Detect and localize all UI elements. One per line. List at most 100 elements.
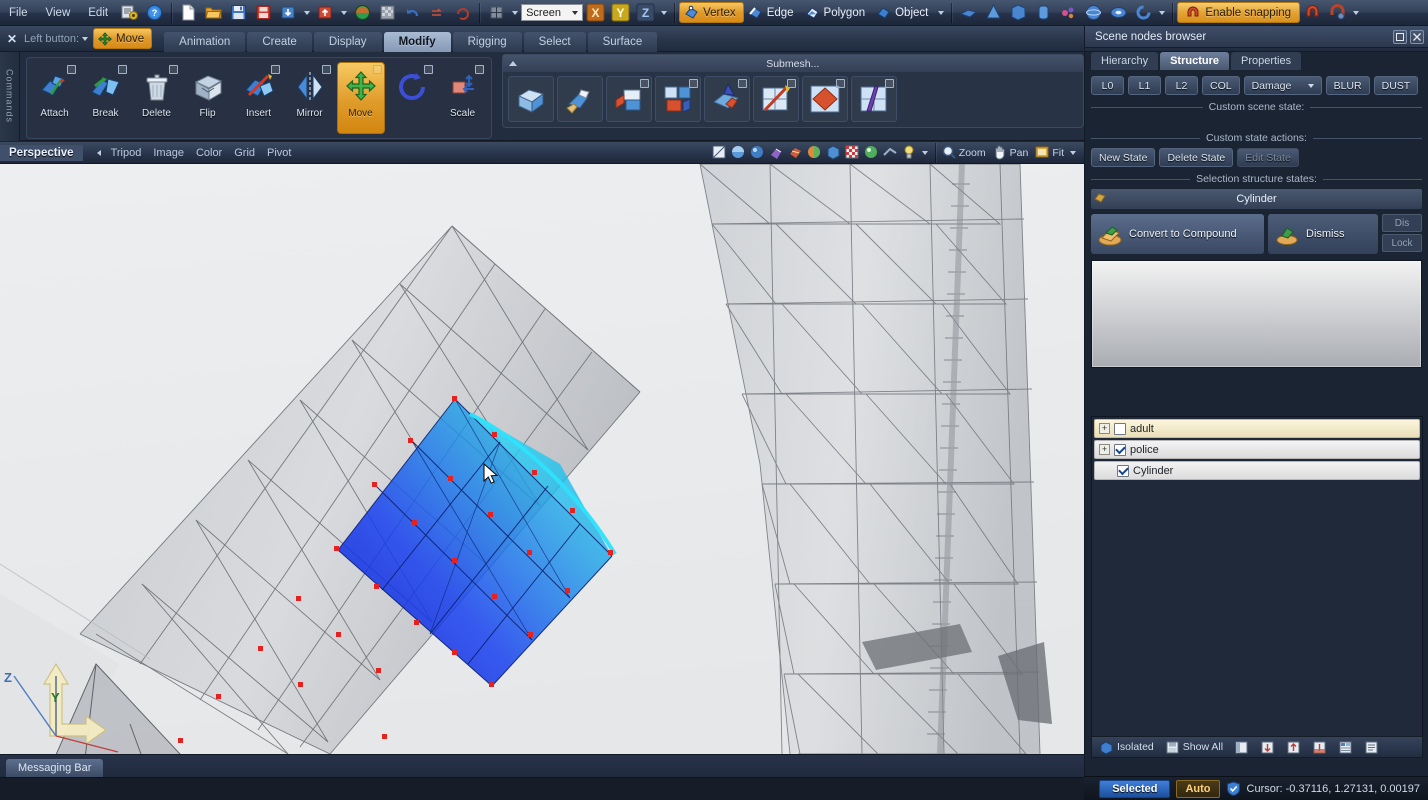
screen-layout-combo[interactable]: Screen xyxy=(521,4,584,21)
snap-dropdown-arrow-icon[interactable] xyxy=(1353,10,1360,15)
import-node-button[interactable] xyxy=(1282,739,1305,756)
fit-icon[interactable] xyxy=(1034,144,1051,161)
layout-icon[interactable] xyxy=(486,2,507,23)
command-insert[interactable]: Insert xyxy=(235,62,283,134)
dis-button[interactable]: Dis xyxy=(1382,214,1422,232)
redo-icon[interactable] xyxy=(427,2,448,23)
material-icon[interactable] xyxy=(806,144,823,161)
tree-item-cylinder[interactable]: Cylinder xyxy=(1094,461,1420,480)
close-icon[interactable] xyxy=(1410,29,1424,44)
axis-y-button[interactable]: Y xyxy=(610,2,631,23)
wireframe-icon[interactable] xyxy=(711,144,728,161)
dismiss-button[interactable]: Dismiss xyxy=(1268,214,1378,254)
damage-combo[interactable]: Damage xyxy=(1243,76,1322,95)
cylinder-icon[interactable] xyxy=(1033,2,1054,23)
move-options-icon[interactable] xyxy=(372,65,382,74)
magnifier-icon[interactable] xyxy=(941,144,958,161)
link-node-button[interactable] xyxy=(1334,739,1357,756)
texture-icon[interactable] xyxy=(377,2,398,23)
sphere-icon[interactable] xyxy=(1083,2,1104,23)
render-icon[interactable] xyxy=(352,2,373,23)
viewport-fit-label[interactable]: Fit xyxy=(1052,147,1064,159)
smooth-icon[interactable] xyxy=(749,144,766,161)
display-dropdown-arrow-icon[interactable] xyxy=(921,150,928,155)
tab-rigging[interactable]: Rigging xyxy=(452,31,522,53)
close-toolbar-button[interactable]: ✕ xyxy=(5,32,19,46)
light-icon[interactable] xyxy=(901,144,918,161)
scale-options-icon[interactable] xyxy=(474,65,484,74)
visibility-checkbox[interactable] xyxy=(1114,443,1126,456)
tab-modify[interactable]: Modify xyxy=(383,31,451,53)
uv-icon[interactable] xyxy=(787,144,804,161)
mode-dropdown-arrow-icon[interactable] xyxy=(938,10,945,15)
bridge-options-icon[interactable] xyxy=(688,79,698,88)
shaded-box-icon[interactable] xyxy=(825,144,842,161)
box-icon[interactable] xyxy=(1008,2,1029,23)
viewport-collapse-arrow-icon[interactable] xyxy=(96,149,101,156)
status-auto-badge[interactable]: Auto xyxy=(1176,779,1220,798)
dock-tab-structure[interactable]: Structure xyxy=(1160,52,1229,70)
visibility-checkbox[interactable] xyxy=(1117,464,1129,477)
shaded-icon[interactable] xyxy=(730,144,747,161)
viewport-nav-dropdown-arrow-icon[interactable] xyxy=(1070,150,1076,155)
lod-l2-button[interactable]: L2 xyxy=(1165,76,1198,95)
axis-dropdown-arrow-icon[interactable] xyxy=(661,10,668,15)
command-rotate[interactable] xyxy=(388,62,436,134)
help-icon[interactable]: ? xyxy=(144,2,165,23)
subdivision-icon[interactable] xyxy=(768,144,785,161)
command-break[interactable]: Break xyxy=(82,62,130,134)
mode-edge-button[interactable]: Edge xyxy=(744,2,801,23)
bevel-options-icon[interactable] xyxy=(639,79,649,88)
tab-surface[interactable]: Surface xyxy=(587,31,658,53)
blur-button[interactable]: BLUR xyxy=(1325,76,1370,95)
restore-icon[interactable] xyxy=(1393,29,1407,44)
new-state-button[interactable]: New State xyxy=(1091,148,1156,167)
isolated-button[interactable]: Isolated xyxy=(1095,739,1158,756)
undo-icon[interactable] xyxy=(402,2,423,23)
menu-view[interactable]: View xyxy=(37,4,80,22)
delete-state-button[interactable]: Delete State xyxy=(1159,148,1234,167)
dock-tab-hierarchy[interactable]: Hierarchy xyxy=(1091,52,1159,70)
lod-col-button[interactable]: COL xyxy=(1202,76,1240,95)
save-icon[interactable] xyxy=(228,2,249,23)
command-move[interactable]: Move xyxy=(336,62,385,134)
perspective-viewport[interactable]: Y Z xyxy=(0,164,1084,754)
visibility-checkbox[interactable] xyxy=(1114,422,1126,435)
menu-edit[interactable]: Edit xyxy=(79,4,117,22)
shader-icon[interactable] xyxy=(863,144,880,161)
import-dropdown-arrow-icon[interactable] xyxy=(304,10,311,15)
expand-all-button[interactable] xyxy=(1230,739,1253,756)
split-options-icon[interactable] xyxy=(884,79,894,88)
convert-to-compound-button[interactable]: Convert to Compound xyxy=(1091,214,1264,254)
submesh-knife-button[interactable] xyxy=(752,76,799,122)
status-selected-badge[interactable]: Selected xyxy=(1099,779,1171,798)
submesh-collapse-button[interactable] xyxy=(801,76,848,122)
tab-animation[interactable]: Animation xyxy=(164,31,246,53)
import-icon[interactable] xyxy=(278,2,299,23)
axis-z-button[interactable]: Z xyxy=(635,2,656,23)
mode-object-button[interactable]: Object xyxy=(872,2,935,23)
open-folder-icon[interactable] xyxy=(203,2,224,23)
insert-options-icon[interactable] xyxy=(270,65,280,74)
scene-tree[interactable]: + adult + police Cylinder xyxy=(1091,416,1423,746)
expander-icon[interactable]: + xyxy=(1099,444,1110,455)
messaging-bar-output[interactable] xyxy=(0,777,1084,800)
viewport-link-image[interactable]: Image xyxy=(147,145,190,161)
dust-button[interactable]: DUST xyxy=(1373,76,1419,95)
viewport-link-tripod[interactable]: Tripod xyxy=(105,145,148,161)
enable-snapping-button[interactable]: Enable snapping xyxy=(1177,2,1301,23)
collapse-all-button[interactable] xyxy=(1256,739,1279,756)
viewport-link-pivot[interactable]: Pivot xyxy=(261,145,297,161)
left-button-dropdown-arrow-icon[interactable] xyxy=(82,36,89,41)
tree-item-adult[interactable]: + adult xyxy=(1094,419,1420,438)
dock-tab-properties[interactable]: Properties xyxy=(1230,52,1302,70)
export-node-button[interactable] xyxy=(1308,739,1331,756)
cube-icon[interactable] xyxy=(958,2,979,23)
submesh-sweep-button[interactable] xyxy=(556,76,603,122)
delete-options-icon[interactable] xyxy=(168,65,178,74)
rotate-options-icon[interactable] xyxy=(423,65,433,74)
command-scale[interactable]: Scale xyxy=(439,62,487,134)
submesh-spike-button[interactable] xyxy=(703,76,750,122)
submesh-bridge-button[interactable] xyxy=(654,76,701,122)
lod-l0-button[interactable]: L0 xyxy=(1091,76,1124,95)
